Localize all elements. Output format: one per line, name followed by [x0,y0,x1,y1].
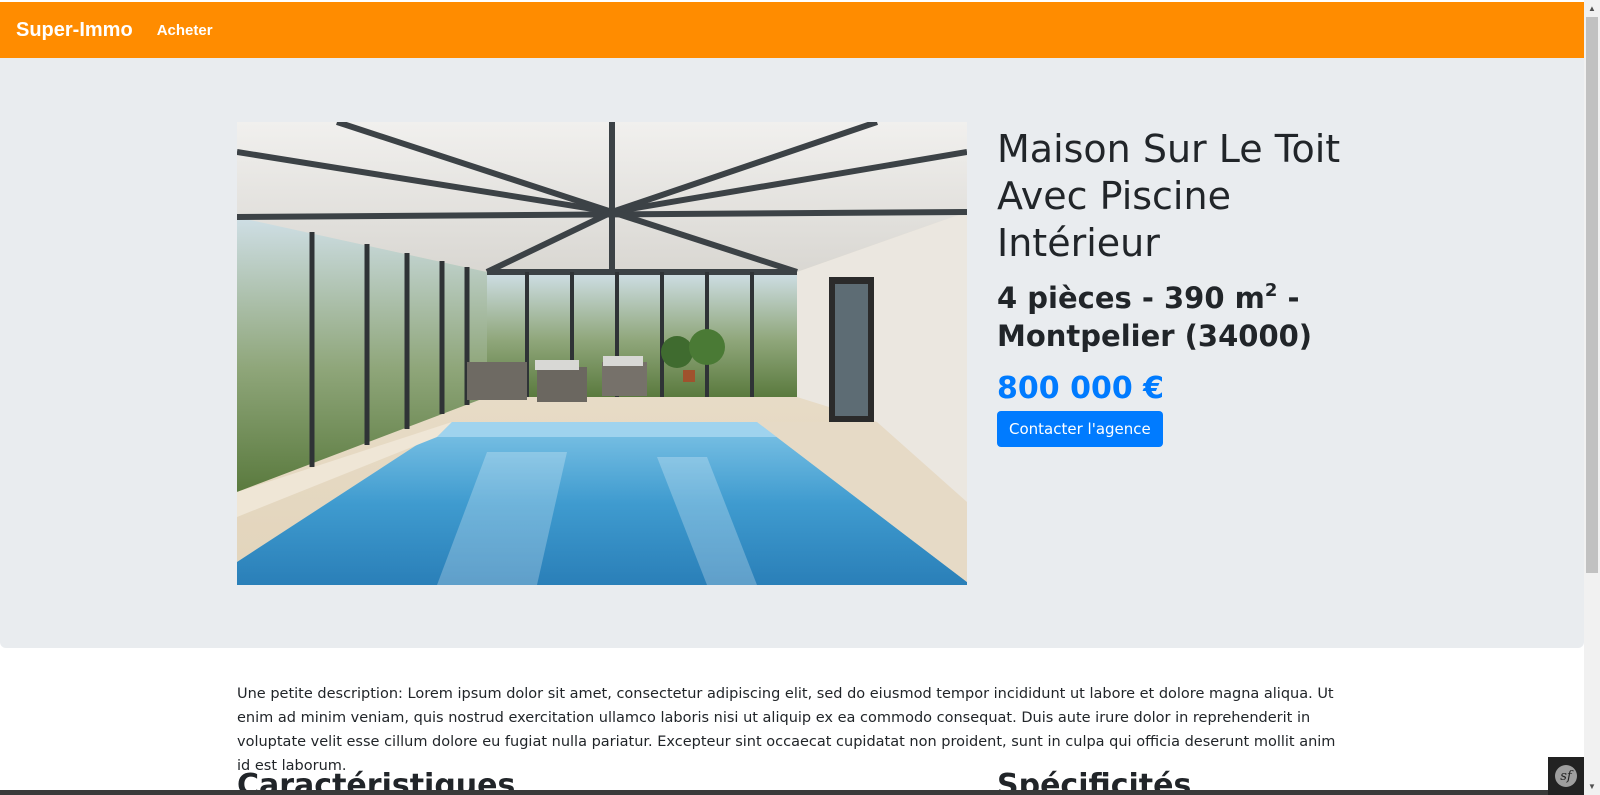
location-text: Montpelier (34000) [997,319,1313,353]
property-photo [237,122,967,585]
scroll-down-icon[interactable]: ▼ [1584,778,1600,795]
property-title: Maison Sur Le Toit Avec Piscine Intérieu… [997,127,1341,265]
vertical-scrollbar[interactable]: ▲ ▼ [1584,0,1600,795]
brand-link[interactable]: Super-Immo [16,19,133,42]
rooms-text: 4 pièces [997,281,1132,315]
debug-toolbar-toggle[interactable]: sf [1548,757,1584,795]
page-viewport: Super-Immo Acheter Maison Sur Le Toit Av… [0,0,1584,795]
scroll-up-icon[interactable]: ▲ [1584,0,1600,17]
area-sup: 2 [1264,280,1278,301]
property-description: Une petite description: Lorem ipsum dolo… [237,686,1336,774]
property-info: Maison Sur Le Toit Avec Piscine Intérieu… [997,122,1377,447]
scrollbar-thumb[interactable] [1586,17,1598,573]
property-subtitle: 4 pièces - 390 m2 - Montpelier (34000) [997,280,1313,353]
contact-agency-button[interactable]: Contacter l'agence [997,411,1163,447]
symfony-logo-icon: sf [1555,765,1577,787]
area-text: 390 m [1164,281,1265,315]
indoor-pool-image [237,122,967,585]
bottom-strip [0,790,1584,795]
property-price: 800 000 € [997,371,1165,406]
nav-link-acheter[interactable]: Acheter [157,22,213,39]
navbar: Super-Immo Acheter [0,2,1584,58]
